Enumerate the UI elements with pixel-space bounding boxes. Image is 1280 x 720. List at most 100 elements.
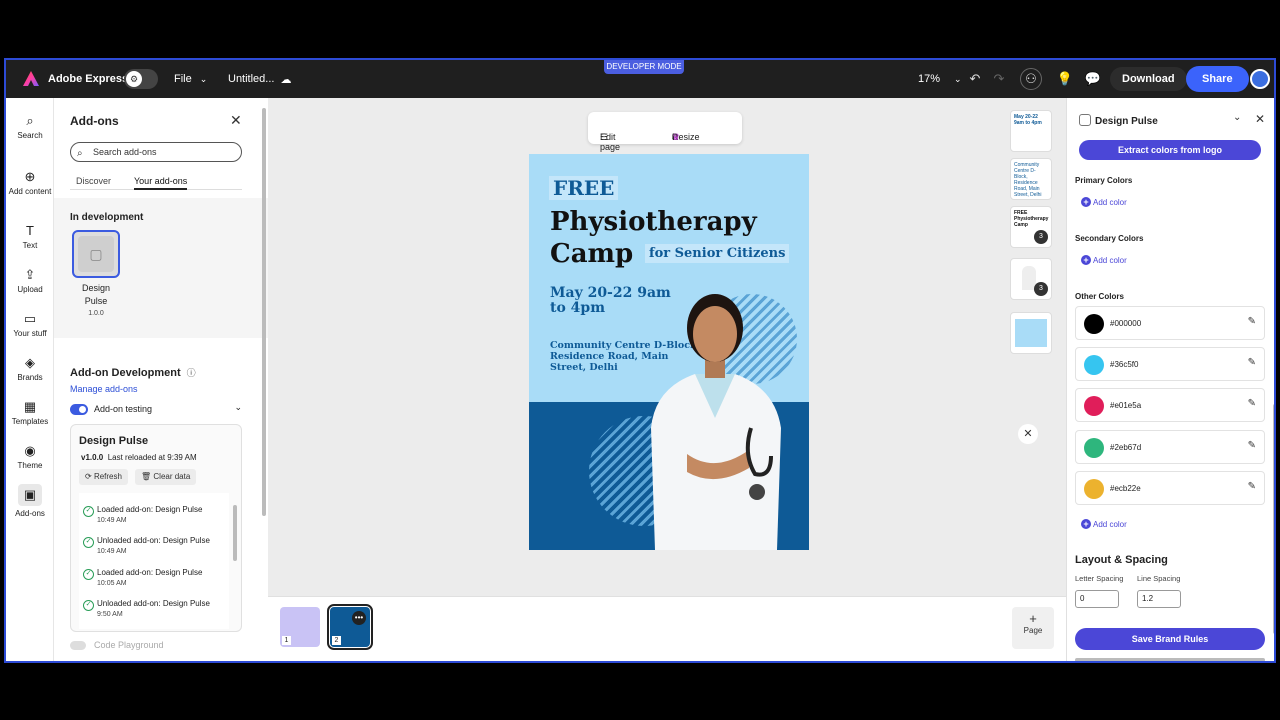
pencil-icon[interactable]: ✎ [1248,357,1256,368]
log-scrollbar[interactable] [233,505,237,561]
collaborate-icon[interactable]: ⚇ [1020,68,1042,90]
document-title[interactable]: Untitled... ☁ [228,60,291,98]
log-list[interactable]: ✓ Loaded add-on: Design Pulse 10:49 AM ✓ Un… [79,493,229,629]
line-spacing-label: Line Spacing [1137,574,1181,583]
section-label: In development [70,212,144,223]
color-row[interactable]: #2eb67d ✎ [1075,430,1265,464]
download-button[interactable]: Download [1110,67,1187,91]
color-swatch[interactable] [1084,438,1104,458]
pencil-icon[interactable]: ✎ [1248,316,1256,327]
panel-title: Add-ons [70,114,119,128]
letter-spacing-input[interactable]: 0 [1075,590,1119,608]
page-thumb-1[interactable]: 1 [280,607,320,647]
color-swatch[interactable] [1084,396,1104,416]
tab-discover[interactable]: Discover [76,176,111,186]
zoom-control[interactable]: 17% ⌄ [918,60,962,98]
log-time: 9:50 AM [97,611,123,618]
thumb-item[interactable] [1010,312,1052,354]
color-swatch[interactable] [1084,355,1104,375]
add-page-button[interactable]: + Page [1012,607,1054,649]
line-spacing-input[interactable]: 1.2 [1137,590,1181,608]
rail-theme[interactable]: ◉ Theme [6,444,54,471]
log-text: Unloaded add-on: Design Pulse [97,599,210,608]
pencil-icon[interactable]: ✎ [1248,481,1256,492]
clear-data-button[interactable]: 🗑 Clear data [135,469,197,485]
close-icon[interactable]: ✕ [1018,424,1038,444]
undo-icon[interactable]: ↶ [964,68,986,90]
color-row[interactable]: #36c5f0 ✎ [1075,347,1265,381]
save-brand-rules-button[interactable]: Save Brand Rules [1075,628,1265,650]
color-block-thumb [1015,319,1047,347]
color-row[interactable]: #e01e5a ✎ [1075,388,1265,422]
comment-icon[interactable]: 💬 [1082,68,1104,90]
pencil-icon[interactable]: ✎ [1248,398,1256,409]
addon-card[interactable]: ▢ [72,230,120,278]
refresh-button[interactable]: ⟳ Refresh [79,469,128,485]
letter-spacing-label: Letter Spacing [1075,574,1124,583]
rail-label: Upload [17,285,43,294]
redo-icon[interactable]: ↷ [988,68,1010,90]
search-input[interactable]: ⌕ Search add-ons [70,142,242,162]
rail-label: Your stuff [13,329,47,338]
page-thumb-2[interactable]: ••• 2 [327,604,373,650]
more-icon[interactable]: ••• [352,611,366,625]
dev-addon-version: v1.0.0 Last reloaded at 9:39 AM [81,453,197,462]
color-swatch[interactable] [1084,479,1104,499]
theme-toggle[interactable]: ⚙ [124,60,158,98]
pencil-icon[interactable]: ✎ [1248,440,1256,451]
rail-templates[interactable]: ▦ Templates [6,400,54,427]
panel-scrollbar[interactable] [262,108,266,516]
refresh-icon: ⟳ [85,472,92,481]
file-menu[interactable]: File ⌄ [174,60,207,98]
thumb-badge: 3 [1034,230,1048,244]
color-row[interactable]: #ecb22e ✎ [1075,471,1265,505]
rail-label: Search [17,131,43,140]
addon-version: 1.0.0 [88,310,104,317]
chevron-down-icon: ⌄ [954,73,962,84]
add-on-testing-row[interactable]: Add-on testing ⌄ [70,402,242,418]
manage-add-ons-link[interactable]: Manage add-ons [70,384,138,394]
chevron-down-icon[interactable]: ⌄ [234,402,242,413]
addon-icon: ▣ [18,484,42,506]
share-button[interactable]: Share [1186,66,1249,92]
doctor-photo[interactable] [625,278,805,550]
poster-page[interactable]: FREE Physiotherapy Camp for Senior Citiz… [529,154,809,550]
thumb-item[interactable]: May 20-22 9am to 4pm [1010,110,1052,152]
thumb-item[interactable]: FREE Physiotherapy Camp 3 [1010,206,1052,248]
rail-label: Templates [11,417,49,426]
rail-brands[interactable]: ◈ Brands [6,356,54,383]
chevron-down-icon: ⌄ [199,73,208,84]
rail-upload[interactable]: ⇪ Upload [6,268,54,295]
thumb-item[interactable]: 3 [1010,258,1052,300]
color-row[interactable]: #000000 ✎ [1075,306,1265,340]
horizontal-scrollbar[interactable] [1075,658,1265,661]
tab-your-add-ons[interactable]: Your add-ons [134,176,188,190]
close-icon[interactable]: ✕ [1255,112,1265,126]
canvas-toolbar: ☷ Edit page ⧉ Resize ♛ [588,112,742,152]
rail-search[interactable]: ⌕ Search [6,114,54,141]
poster-free[interactable]: FREE [549,176,619,200]
color-swatch[interactable] [1084,314,1104,334]
plus-icon: ⊕ [24,169,36,184]
app-logo[interactable] [22,60,40,98]
rail-add-content[interactable]: ⊕ Add content [6,169,54,197]
extract-colors-button[interactable]: Extract colors from logo [1079,140,1261,160]
other-colors-heading: Other Colors [1075,292,1124,301]
rail-text[interactable]: T Text [6,224,54,251]
add-color-button[interactable]: Add color [1081,519,1127,529]
panel-scrollbar[interactable] [1273,404,1274,634]
thumb-item[interactable]: Community Centre D-Block, Residence Road… [1010,158,1052,200]
add-color-button[interactable]: Add color [1081,197,1127,207]
avatar[interactable] [1250,69,1270,89]
poster-subtitle[interactable]: for Senior Citizens [645,244,790,263]
rail-your-stuff[interactable]: ▭ Your stuff [6,312,54,339]
rail-add-ons[interactable]: ▣ Add-ons [6,484,54,518]
lightbulb-icon[interactable]: 💡 [1054,68,1076,90]
code-playground-toggle[interactable]: Code Playground [70,640,164,650]
close-icon[interactable]: ✕ [230,112,242,129]
cloud-icon: ☁ [280,73,292,86]
chevron-down-icon[interactable]: ⌄ [1233,112,1241,123]
add-color-button[interactable]: Add color [1081,255,1127,265]
info-icon[interactable]: ⓘ [187,368,196,378]
testing-toggle[interactable] [70,404,88,415]
